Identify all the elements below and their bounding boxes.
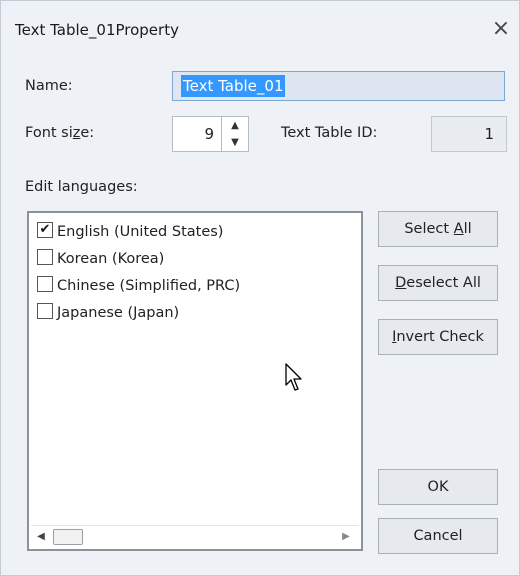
chevron-down-icon[interactable]: ▼	[222, 134, 248, 151]
languages-listbox[interactable]: ✔ English (United States) Korean (Korea) …	[27, 211, 363, 551]
select-all-button[interactable]: Select All	[378, 211, 498, 247]
list-item-japanese[interactable]: Japanese (Japan)	[37, 302, 179, 324]
title-bar: Text Table_01Property ×	[1, 1, 519, 59]
text-table-id-field: 1	[431, 116, 507, 152]
ok-button[interactable]: OK	[378, 469, 498, 505]
font-size-input[interactable]: 9	[172, 116, 222, 152]
font-size-value: 9	[204, 125, 214, 143]
edit-languages-label: Edit languages:	[25, 179, 138, 195]
text-table-id-label: Text Table ID:	[281, 125, 378, 141]
checkbox-korean[interactable]	[37, 249, 53, 265]
close-icon[interactable]: ×	[487, 15, 515, 43]
cancel-button[interactable]: Cancel	[378, 518, 498, 554]
name-input[interactable]: Text Table_01	[172, 71, 505, 101]
checkbox-chinese[interactable]	[37, 276, 53, 292]
font-size-label: Font size:	[25, 125, 95, 141]
text-table-id-value: 1	[484, 125, 494, 143]
deselect-all-button[interactable]: Deselect All	[378, 265, 498, 301]
horizontal-scrollbar[interactable]: ◀ ▶	[31, 525, 359, 548]
invert-check-button[interactable]: Invert Check	[378, 319, 498, 355]
arrow-right-icon[interactable]: ▶	[336, 526, 356, 548]
font-size-stepper[interactable]: ▲ ▼	[221, 116, 249, 152]
name-label: Name:	[25, 78, 73, 94]
checkbox-english[interactable]: ✔	[37, 222, 53, 238]
scroll-thumb[interactable]	[53, 529, 83, 545]
list-item-chinese[interactable]: Chinese (Simplified, PRC)	[37, 275, 240, 297]
name-value: Text Table_01	[181, 75, 286, 97]
arrow-left-icon[interactable]: ◀	[31, 526, 51, 548]
mouse-pointer-icon	[285, 363, 302, 391]
list-item-english[interactable]: ✔ English (United States)	[37, 221, 223, 243]
property-dialog: Text Table_01Property × Name: Text Table…	[0, 0, 520, 576]
checkbox-japanese[interactable]	[37, 303, 53, 319]
list-item-korean[interactable]: Korean (Korea)	[37, 248, 164, 270]
chevron-up-icon[interactable]: ▲	[222, 117, 248, 134]
dialog-title: Text Table_01Property	[15, 21, 179, 39]
